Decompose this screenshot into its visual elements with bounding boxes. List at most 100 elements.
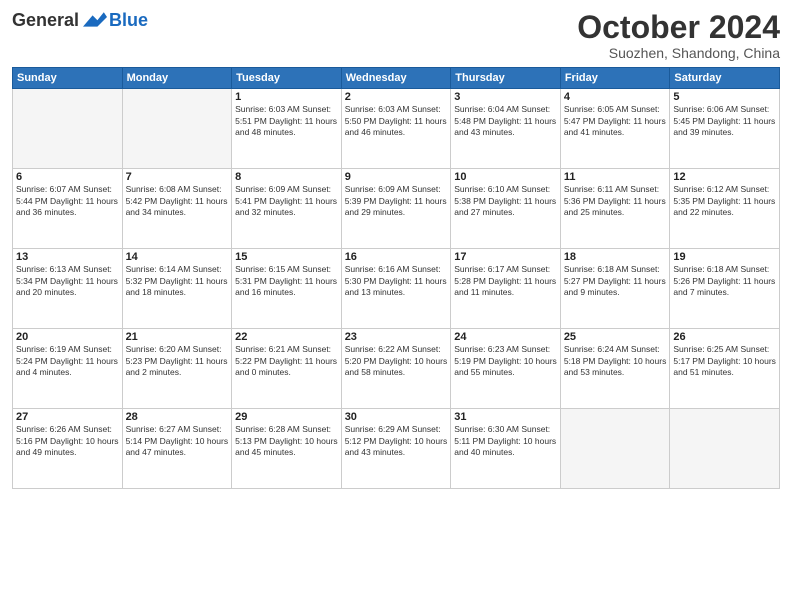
day-number: 17 (454, 251, 557, 263)
day-number: 5 (673, 91, 776, 103)
calendar-cell: 25Sunrise: 6:24 AM Sunset: 5:18 PM Dayli… (560, 329, 670, 409)
weekday-header-tuesday: Tuesday (232, 68, 342, 89)
weekday-header-thursday: Thursday (451, 68, 561, 89)
day-number: 20 (16, 331, 119, 343)
day-info: Sunrise: 6:30 AM Sunset: 5:11 PM Dayligh… (454, 424, 557, 458)
day-info: Sunrise: 6:18 AM Sunset: 5:26 PM Dayligh… (673, 264, 776, 298)
calendar-cell: 27Sunrise: 6:26 AM Sunset: 5:16 PM Dayli… (13, 409, 123, 489)
calendar-cell: 26Sunrise: 6:25 AM Sunset: 5:17 PM Dayli… (670, 329, 780, 409)
calendar-cell: 1Sunrise: 6:03 AM Sunset: 5:51 PM Daylig… (232, 89, 342, 169)
calendar-cell: 4Sunrise: 6:05 AM Sunset: 5:47 PM Daylig… (560, 89, 670, 169)
calendar-cell: 8Sunrise: 6:09 AM Sunset: 5:41 PM Daylig… (232, 169, 342, 249)
logo: General Blue (12, 10, 148, 31)
day-info: Sunrise: 6:08 AM Sunset: 5:42 PM Dayligh… (126, 184, 229, 218)
day-info: Sunrise: 6:04 AM Sunset: 5:48 PM Dayligh… (454, 104, 557, 138)
day-info: Sunrise: 6:12 AM Sunset: 5:35 PM Dayligh… (673, 184, 776, 218)
calendar-cell: 22Sunrise: 6:21 AM Sunset: 5:22 PM Dayli… (232, 329, 342, 409)
day-info: Sunrise: 6:25 AM Sunset: 5:17 PM Dayligh… (673, 344, 776, 378)
calendar-cell: 6Sunrise: 6:07 AM Sunset: 5:44 PM Daylig… (13, 169, 123, 249)
weekday-header-wednesday: Wednesday (341, 68, 451, 89)
day-number: 18 (564, 251, 667, 263)
day-number: 26 (673, 331, 776, 343)
calendar-cell (122, 89, 232, 169)
calendar-cell: 17Sunrise: 6:17 AM Sunset: 5:28 PM Dayli… (451, 249, 561, 329)
calendar-cell: 16Sunrise: 6:16 AM Sunset: 5:30 PM Dayli… (341, 249, 451, 329)
day-number: 21 (126, 331, 229, 343)
calendar-cell: 12Sunrise: 6:12 AM Sunset: 5:35 PM Dayli… (670, 169, 780, 249)
calendar-cell: 18Sunrise: 6:18 AM Sunset: 5:27 PM Dayli… (560, 249, 670, 329)
calendar-cell: 13Sunrise: 6:13 AM Sunset: 5:34 PM Dayli… (13, 249, 123, 329)
day-info: Sunrise: 6:20 AM Sunset: 5:23 PM Dayligh… (126, 344, 229, 378)
day-info: Sunrise: 6:05 AM Sunset: 5:47 PM Dayligh… (564, 104, 667, 138)
day-number: 9 (345, 171, 448, 183)
day-info: Sunrise: 6:10 AM Sunset: 5:38 PM Dayligh… (454, 184, 557, 218)
calendar-cell: 28Sunrise: 6:27 AM Sunset: 5:14 PM Dayli… (122, 409, 232, 489)
calendar-week-row: 13Sunrise: 6:13 AM Sunset: 5:34 PM Dayli… (13, 249, 780, 329)
day-info: Sunrise: 6:15 AM Sunset: 5:31 PM Dayligh… (235, 264, 338, 298)
month-title: October 2024 (577, 10, 780, 45)
day-number: 12 (673, 171, 776, 183)
day-number: 19 (673, 251, 776, 263)
day-number: 6 (16, 171, 119, 183)
weekday-header-monday: Monday (122, 68, 232, 89)
day-info: Sunrise: 6:28 AM Sunset: 5:13 PM Dayligh… (235, 424, 338, 458)
day-info: Sunrise: 6:29 AM Sunset: 5:12 PM Dayligh… (345, 424, 448, 458)
day-number: 11 (564, 171, 667, 183)
logo-blue: Blue (109, 10, 148, 31)
day-info: Sunrise: 6:17 AM Sunset: 5:28 PM Dayligh… (454, 264, 557, 298)
calendar-cell: 11Sunrise: 6:11 AM Sunset: 5:36 PM Dayli… (560, 169, 670, 249)
calendar-cell: 3Sunrise: 6:04 AM Sunset: 5:48 PM Daylig… (451, 89, 561, 169)
calendar-cell: 30Sunrise: 6:29 AM Sunset: 5:12 PM Dayli… (341, 409, 451, 489)
day-number: 16 (345, 251, 448, 263)
logo-bird-icon (83, 12, 107, 30)
calendar-cell: 10Sunrise: 6:10 AM Sunset: 5:38 PM Dayli… (451, 169, 561, 249)
day-info: Sunrise: 6:09 AM Sunset: 5:39 PM Dayligh… (345, 184, 448, 218)
calendar-cell: 7Sunrise: 6:08 AM Sunset: 5:42 PM Daylig… (122, 169, 232, 249)
day-info: Sunrise: 6:18 AM Sunset: 5:27 PM Dayligh… (564, 264, 667, 298)
weekday-header-row: SundayMondayTuesdayWednesdayThursdayFrid… (13, 68, 780, 89)
calendar-week-row: 1Sunrise: 6:03 AM Sunset: 5:51 PM Daylig… (13, 89, 780, 169)
day-number: 15 (235, 251, 338, 263)
logo-area: General Blue (12, 10, 148, 31)
calendar-cell: 31Sunrise: 6:30 AM Sunset: 5:11 PM Dayli… (451, 409, 561, 489)
day-number: 3 (454, 91, 557, 103)
logo-general: General (12, 10, 79, 31)
calendar-cell: 15Sunrise: 6:15 AM Sunset: 5:31 PM Dayli… (232, 249, 342, 329)
calendar-cell: 24Sunrise: 6:23 AM Sunset: 5:19 PM Dayli… (451, 329, 561, 409)
day-number: 24 (454, 331, 557, 343)
day-info: Sunrise: 6:19 AM Sunset: 5:24 PM Dayligh… (16, 344, 119, 378)
day-info: Sunrise: 6:27 AM Sunset: 5:14 PM Dayligh… (126, 424, 229, 458)
calendar-cell: 21Sunrise: 6:20 AM Sunset: 5:23 PM Dayli… (122, 329, 232, 409)
weekday-header-friday: Friday (560, 68, 670, 89)
day-info: Sunrise: 6:16 AM Sunset: 5:30 PM Dayligh… (345, 264, 448, 298)
day-number: 25 (564, 331, 667, 343)
calendar-week-row: 27Sunrise: 6:26 AM Sunset: 5:16 PM Dayli… (13, 409, 780, 489)
calendar-cell: 20Sunrise: 6:19 AM Sunset: 5:24 PM Dayli… (13, 329, 123, 409)
weekday-header-sunday: Sunday (13, 68, 123, 89)
day-number: 28 (126, 411, 229, 423)
header: General Blue October 2024 Suozhen, Shand… (12, 10, 780, 61)
location-subtitle: Suozhen, Shandong, China (577, 45, 780, 61)
day-info: Sunrise: 6:03 AM Sunset: 5:51 PM Dayligh… (235, 104, 338, 138)
calendar-week-row: 6Sunrise: 6:07 AM Sunset: 5:44 PM Daylig… (13, 169, 780, 249)
day-info: Sunrise: 6:14 AM Sunset: 5:32 PM Dayligh… (126, 264, 229, 298)
day-info: Sunrise: 6:11 AM Sunset: 5:36 PM Dayligh… (564, 184, 667, 218)
calendar-cell (560, 409, 670, 489)
weekday-header-saturday: Saturday (670, 68, 780, 89)
day-number: 29 (235, 411, 338, 423)
day-info: Sunrise: 6:23 AM Sunset: 5:19 PM Dayligh… (454, 344, 557, 378)
day-number: 27 (16, 411, 119, 423)
day-info: Sunrise: 6:09 AM Sunset: 5:41 PM Dayligh… (235, 184, 338, 218)
day-number: 22 (235, 331, 338, 343)
title-area: October 2024 Suozhen, Shandong, China (577, 10, 780, 61)
calendar-cell: 29Sunrise: 6:28 AM Sunset: 5:13 PM Dayli… (232, 409, 342, 489)
day-info: Sunrise: 6:26 AM Sunset: 5:16 PM Dayligh… (16, 424, 119, 458)
day-number: 14 (126, 251, 229, 263)
calendar-page: General Blue October 2024 Suozhen, Shand… (0, 0, 792, 612)
calendar-cell: 9Sunrise: 6:09 AM Sunset: 5:39 PM Daylig… (341, 169, 451, 249)
day-info: Sunrise: 6:24 AM Sunset: 5:18 PM Dayligh… (564, 344, 667, 378)
day-number: 2 (345, 91, 448, 103)
calendar-table: SundayMondayTuesdayWednesdayThursdayFrid… (12, 67, 780, 489)
calendar-cell: 23Sunrise: 6:22 AM Sunset: 5:20 PM Dayli… (341, 329, 451, 409)
calendar-cell (670, 409, 780, 489)
